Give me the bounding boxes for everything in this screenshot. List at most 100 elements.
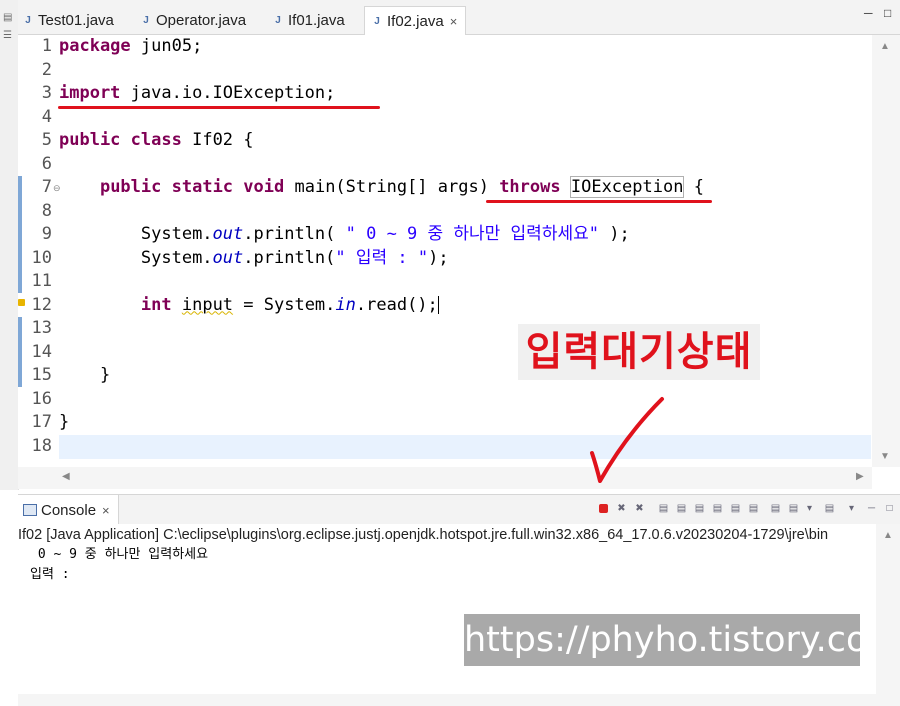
line-number: 7: [41, 177, 52, 197]
line-number: 15: [31, 365, 52, 385]
code-text: );: [598, 224, 630, 244]
line-number: 9: [41, 224, 52, 244]
code-text: java.io.IOException;: [120, 83, 336, 103]
new-console-icon[interactable]: ▤: [824, 503, 835, 514]
maximize-icon[interactable]: □: [884, 6, 891, 20]
watermark: https://phyho.tistory.com: [464, 614, 900, 666]
line-number: 5: [41, 130, 52, 150]
tab-operator[interactable]: J Operator.java: [140, 6, 246, 34]
keyword: package: [59, 36, 131, 56]
code-text: = System.: [233, 294, 336, 315]
static-field: out: [212, 224, 244, 244]
code-text: System.: [140, 247, 213, 268]
java-file-icon: J: [374, 15, 380, 27]
scroll-lock-icon[interactable]: ▤: [676, 503, 687, 514]
code-editor[interactable]: 1 2 3 4 5 6 7 ⊖ 8 9 10 11 12 13 14 15 16…: [18, 35, 872, 467]
left-toolbar-rail: ▤ ☰: [0, 0, 19, 490]
editor-vertical-scrollbar[interactable]: ▲ ▼: [872, 35, 900, 467]
red-underline-throws: [486, 200, 712, 203]
text-cursor: [437, 295, 439, 314]
keyword: int: [140, 294, 172, 315]
pin-console-icon[interactable]: ▤: [748, 503, 759, 514]
code-line-7: public static void main(String[] args) t…: [59, 176, 704, 200]
terminate-icon[interactable]: [599, 504, 608, 513]
editor-tab-bar: J Test01.java J Operator.java J If01.jav…: [18, 0, 900, 35]
code-text: .println(: [243, 247, 336, 268]
restore-view-icon[interactable]: ▤: [3, 12, 12, 23]
keyword: void: [243, 177, 285, 197]
remove-launch-icon[interactable]: ✖: [616, 503, 627, 514]
keyword: public: [99, 177, 162, 197]
code-line-9: System.out.println( " 0 ~ 9 중 하나만 입력하세요"…: [59, 223, 630, 247]
tab-if01[interactable]: J If01.java: [272, 6, 345, 34]
string-literal: " 0 ~ 9 중 하나만 입력하세요": [345, 224, 599, 244]
tab-if02[interactable]: J If02.java ×: [364, 6, 467, 35]
tab-label: If01.java: [288, 11, 345, 29]
console-tab-label: Console: [41, 501, 97, 519]
java-file-icon: J: [143, 14, 149, 26]
code-text: main(String[] args): [284, 177, 500, 197]
display-console-icon[interactable]: ▤: [788, 503, 799, 514]
view-menu-icon[interactable]: ▾: [846, 503, 857, 514]
console-horizontal-scrollbar[interactable]: [18, 694, 876, 706]
clear-console-icon[interactable]: ▤: [658, 503, 669, 514]
line-number: 14: [31, 341, 52, 362]
line-number: 13: [31, 318, 52, 338]
tab-console[interactable]: Console ×: [18, 495, 119, 525]
remove-all-icon[interactable]: ✖: [634, 503, 645, 514]
keyword: throws: [499, 177, 561, 197]
editor-horizontal-scrollbar[interactable]: ◀ ▶: [18, 467, 872, 489]
close-icon[interactable]: ×: [450, 14, 458, 29]
minimize-icon[interactable]: ─: [866, 503, 877, 514]
line-number: 10: [31, 247, 52, 268]
console-toolbar: Console × ✖ ✖ ▤ ▤ ▤ ▤ ▤ ▤ ▤ ▤ ▾ ▤ ▾ ─ □: [18, 494, 900, 525]
scroll-up-icon[interactable]: ▲: [880, 41, 890, 52]
code-line-17: }: [59, 411, 69, 435]
code-text: );: [428, 247, 449, 268]
java-file-icon: J: [275, 14, 281, 26]
close-icon[interactable]: ×: [102, 503, 110, 518]
chevron-down-icon[interactable]: ▾: [804, 503, 815, 514]
code-line-3: import java.io.IOException;: [59, 82, 335, 106]
code-text: If02 {: [181, 130, 254, 150]
code-text: }: [59, 412, 70, 432]
keyword: public: [59, 130, 121, 150]
code-line-1: package jun05;: [59, 35, 202, 59]
line-number: 11: [31, 271, 52, 291]
line-number: 16: [31, 388, 52, 409]
code-text: .read();: [355, 294, 438, 315]
exception-type: IOException: [569, 176, 685, 198]
code-line-12: int input = System.in.read();: [59, 294, 439, 318]
code-text: {: [683, 177, 704, 197]
show-on-stderr-icon[interactable]: ▤: [730, 503, 741, 514]
code-line-15: }: [59, 364, 110, 388]
scroll-right-icon[interactable]: ▶: [856, 471, 864, 482]
console-vertical-scrollbar[interactable]: ▲: [876, 524, 900, 706]
tab-test01[interactable]: J Test01.java: [22, 6, 114, 34]
code-text: System.: [140, 224, 213, 244]
scroll-left-icon[interactable]: ◀: [62, 471, 70, 482]
word-wrap-icon[interactable]: ▤: [694, 503, 705, 514]
open-console-icon[interactable]: ▤: [770, 503, 781, 514]
keyword: import: [59, 83, 121, 103]
maximize-icon[interactable]: □: [884, 503, 895, 514]
minimize-icon[interactable]: ─: [864, 6, 873, 20]
unused-variable: input: [181, 294, 234, 315]
code-line-5: public class If02 {: [59, 129, 254, 153]
current-line-highlight: [59, 435, 871, 459]
scroll-up-icon[interactable]: ▲: [883, 530, 893, 541]
warning-icon[interactable]: [18, 299, 25, 306]
red-check-mark-icon: [590, 397, 664, 483]
scroll-down-icon[interactable]: ▼: [880, 451, 890, 462]
code-text: jun05;: [130, 36, 203, 56]
line-number: 1: [41, 36, 52, 56]
line-number: 17: [31, 412, 52, 432]
show-on-stdout-icon[interactable]: ▤: [712, 503, 723, 514]
console-line: 입력 :: [30, 567, 78, 582]
line-number: 3: [41, 83, 52, 103]
keyword: class: [130, 130, 182, 150]
console-icon: [23, 504, 37, 516]
string-literal: " 입력 : ": [335, 247, 429, 268]
outline-view-icon[interactable]: ☰: [3, 30, 12, 41]
line-number: 2: [41, 59, 52, 80]
